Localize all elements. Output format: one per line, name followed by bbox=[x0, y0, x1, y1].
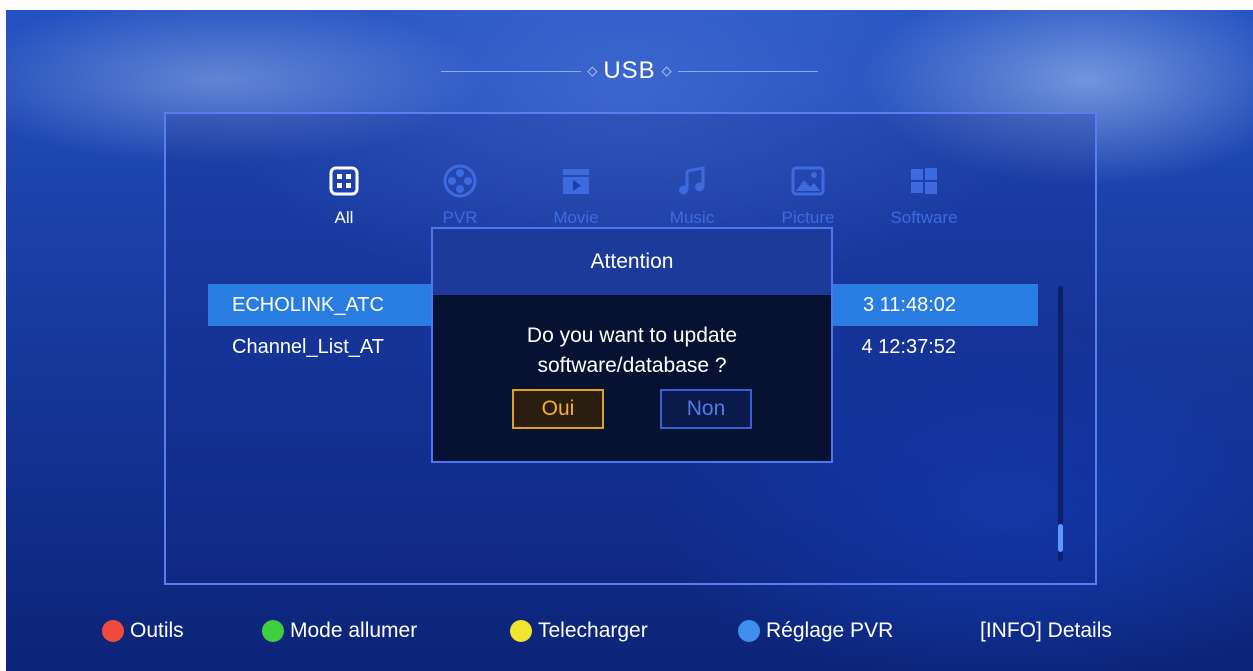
diamond-icon: ◇ bbox=[587, 63, 598, 78]
legend-yellow[interactable]: Telecharger bbox=[510, 619, 648, 643]
music-note-icon bbox=[675, 164, 709, 198]
green-button-icon bbox=[262, 620, 284, 642]
header-line-right bbox=[677, 70, 818, 72]
legend-blue[interactable]: Réglage PVR bbox=[738, 619, 893, 643]
dialog-message-line: Do you want to update bbox=[526, 324, 738, 347]
no-button[interactable]: Non bbox=[660, 389, 752, 429]
dialog-buttons: Oui Non bbox=[433, 389, 831, 429]
legend-red[interactable]: Outils bbox=[102, 619, 184, 643]
legend-label: Telecharger bbox=[538, 619, 648, 642]
clapperboard-icon bbox=[559, 164, 593, 198]
tv-screen: ◇ USB ◇ All PVR Movie Music Picture Soft… bbox=[6, 10, 1253, 671]
windows-icon bbox=[907, 164, 941, 198]
tab-label: PVR bbox=[442, 208, 478, 227]
tab-label: Movie bbox=[553, 208, 599, 227]
tab-label: Music bbox=[669, 208, 715, 227]
tab-label: All bbox=[334, 208, 354, 227]
film-reel-icon bbox=[443, 164, 477, 198]
legend-label: Mode allumer bbox=[290, 619, 418, 642]
grid-icon bbox=[327, 164, 361, 198]
diamond-icon: ◇ bbox=[661, 63, 672, 78]
legend-label: [INFO] Details bbox=[980, 619, 1112, 642]
dialog-title: Attention bbox=[433, 229, 831, 295]
tab-software[interactable]: Software bbox=[866, 164, 982, 244]
legend-info[interactable]: [INFO] Details bbox=[980, 619, 1112, 643]
tab-label: Software bbox=[890, 208, 958, 227]
yes-button[interactable]: Oui bbox=[512, 389, 604, 429]
scrollbar[interactable] bbox=[1058, 286, 1063, 561]
dialog-message-line: software/database ? bbox=[537, 354, 727, 377]
tab-all[interactable]: All bbox=[286, 164, 402, 244]
footer-legend: Outils Mode allumer Telecharger Réglage … bbox=[6, 616, 1253, 646]
file-date: 3 11:48:02 bbox=[862, 293, 956, 316]
picture-icon bbox=[791, 164, 825, 198]
header-line-left bbox=[441, 70, 582, 72]
header: ◇ USB ◇ bbox=[6, 56, 1253, 86]
file-name: Channel_List_AT bbox=[232, 335, 384, 358]
blue-button-icon bbox=[738, 620, 760, 642]
file-name: ECHOLINK_ATC bbox=[232, 293, 384, 316]
attention-dialog: Attention Do you want to update software… bbox=[431, 227, 833, 463]
legend-green[interactable]: Mode allumer bbox=[262, 619, 417, 643]
dialog-message: Do you want to update software/database … bbox=[433, 321, 831, 381]
red-button-icon bbox=[102, 620, 124, 642]
scrollbar-thumb[interactable] bbox=[1058, 524, 1063, 552]
legend-label: Réglage PVR bbox=[766, 619, 894, 642]
yellow-button-icon bbox=[510, 620, 532, 642]
tab-label: Picture bbox=[781, 208, 835, 227]
legend-label: Outils bbox=[130, 619, 184, 642]
page-title: USB bbox=[603, 57, 656, 84]
file-date: 4 12:37:52 bbox=[861, 335, 956, 358]
